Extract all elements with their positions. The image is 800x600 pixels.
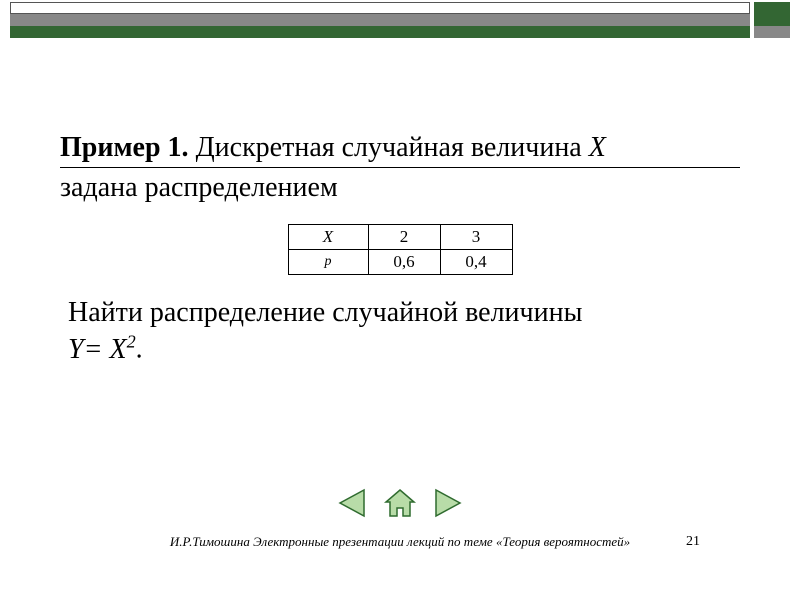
home-button[interactable] [382, 486, 418, 520]
title-line-2: задана распределением [60, 170, 740, 206]
footer-text: И.Р.Тимошина Электронные презентации лек… [0, 534, 800, 550]
prev-button[interactable] [334, 486, 370, 520]
task-equation: Y= X2 [68, 334, 136, 365]
cell-x-1: 3 [440, 225, 512, 250]
table-row: p 0,6 0,4 [288, 250, 512, 275]
title-text-a: Дискретная случайная величина [189, 132, 589, 163]
home-icon [382, 486, 418, 520]
decor-square-grey [754, 26, 790, 38]
table-row: X 2 3 [288, 225, 512, 250]
task-prefix: Найти распределение случайной величины [68, 297, 582, 328]
title-variable-x: X [589, 132, 606, 163]
example-label: Пример 1. [60, 132, 189, 163]
task-suffix: . [136, 334, 143, 365]
cell-x-0: 2 [368, 225, 440, 250]
nav-buttons [0, 486, 800, 520]
arrow-right-icon [430, 486, 466, 520]
decor-square-green [754, 2, 790, 26]
next-button[interactable] [430, 486, 466, 520]
cell-p-1: 0,4 [440, 250, 512, 275]
decor-bar-green [10, 26, 750, 38]
slide-content: Пример 1. Дискретная случайная величина … [60, 130, 740, 367]
task-text: Найти распределение случайной величины Y… [60, 295, 740, 366]
arrow-left-icon [334, 486, 370, 520]
cell-p-0: 0,6 [368, 250, 440, 275]
distribution-table: X 2 3 p 0,6 0,4 [288, 224, 513, 275]
header-decoration [0, 0, 800, 40]
row-header-x: X [288, 225, 368, 250]
decor-bar-white [10, 2, 750, 14]
page-number: 21 [686, 534, 700, 550]
title-line-1: Пример 1. Дискретная случайная величина … [60, 130, 740, 168]
row-header-p: p [288, 250, 368, 275]
decor-bar-grey [10, 14, 750, 26]
